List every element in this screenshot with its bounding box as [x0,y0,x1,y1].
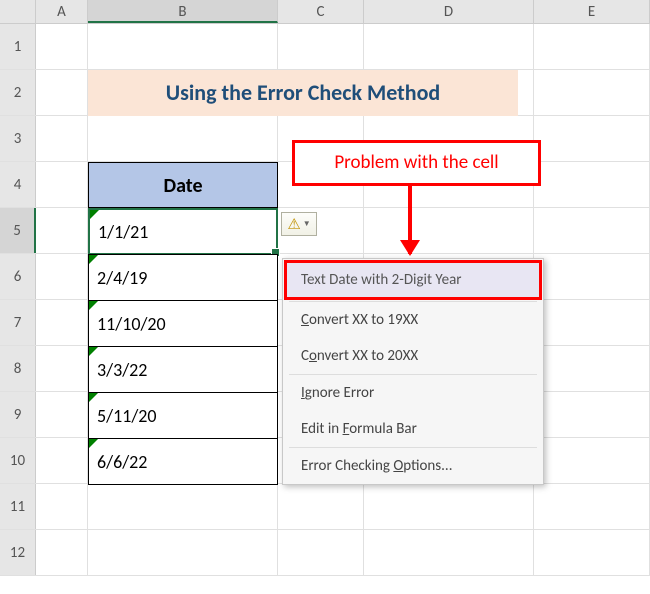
menu-error-checking-options[interactable]: Error Checking Options... [283,448,543,484]
annotation-arrow [408,186,412,254]
column-headers: A B C D E [0,0,650,24]
row-header-9[interactable]: 9 [0,392,36,437]
row-header-3[interactable]: 3 [0,116,36,161]
menu-ignore-error[interactable]: Ignore Error [283,375,543,411]
col-header-C[interactable]: C [278,0,364,23]
menu-header: Text Date with 2-Digit Year [284,260,542,300]
page-title: Using the Error Check Method [88,70,518,116]
col-header-D[interactable]: D [364,0,534,23]
row-header-7[interactable]: 7 [0,300,36,345]
row-header-10[interactable]: 10 [0,438,36,483]
menu-edit-formula-bar[interactable]: Edit in Formula Bar [283,411,543,447]
cell-B7[interactable]: 11/10/20 [88,300,278,347]
row-header-4[interactable]: 4 [0,162,36,207]
row-header-5[interactable]: 5 [0,208,36,253]
row-header-11[interactable]: 11 [0,484,36,529]
dropdown-icon: ▼ [303,219,311,229]
row-header-1[interactable]: 1 [0,24,36,69]
cell-B9[interactable]: 5/11/20 [88,392,278,439]
select-all-corner[interactable] [0,0,36,23]
row-header-2[interactable]: 2 [0,70,36,115]
cell-B6[interactable]: 2/4/19 [88,254,278,301]
cell-B10[interactable]: 6/6/22 [88,438,278,485]
col-header-B[interactable]: B [88,0,278,23]
table-header[interactable]: Date [88,162,278,208]
error-check-menu: Text Date with 2-Digit Year Convert XX t… [282,258,544,485]
row-header-12[interactable]: 12 [0,530,36,575]
error-smart-tag[interactable]: ⚠ ▼ [281,212,317,236]
annotation-callout: Problem with the cell [292,140,541,186]
warning-icon: ⚠ [287,215,300,234]
menu-convert-19xx[interactable]: Convert XX to 19XX [283,302,543,338]
col-header-A[interactable]: A [36,0,88,23]
col-header-E[interactable]: E [534,0,650,23]
row-header-8[interactable]: 8 [0,346,36,391]
cell-B8[interactable]: 3/3/22 [88,346,278,393]
row-header-6[interactable]: 6 [0,254,36,299]
menu-convert-20xx[interactable]: Convert XX to 20XX [283,338,543,374]
cell-B5-selected[interactable]: 1/1/21 [88,208,278,255]
